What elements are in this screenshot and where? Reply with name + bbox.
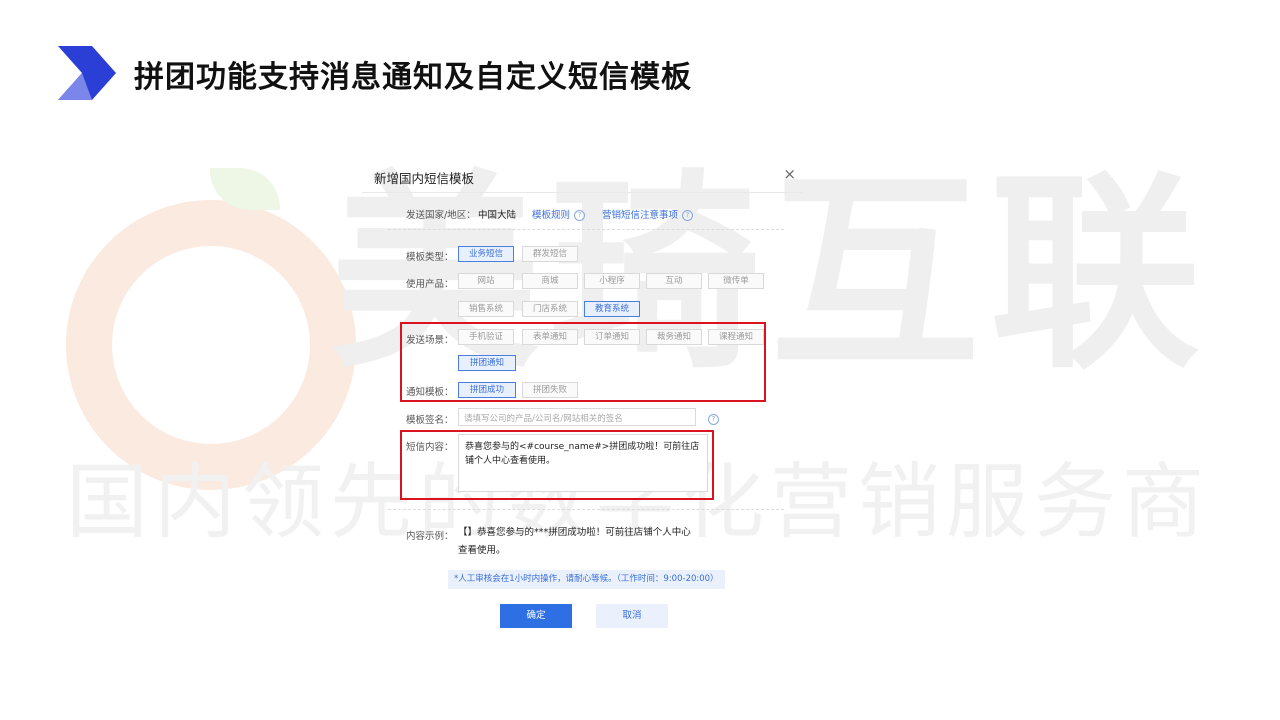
signature-label: 模板签名： <box>406 415 454 426</box>
sms-template-dialog: 新增国内短信模板 × 发送国家/地区： 中国大陆 模板规则? 营销短信注意事项?… <box>362 158 802 638</box>
product-option[interactable]: 微传单 <box>708 273 764 289</box>
option-mass-sms[interactable]: 群发短信 <box>522 246 578 262</box>
template-type-label: 模板类型： <box>406 252 454 263</box>
product-option[interactable]: 门店系统 <box>522 301 578 317</box>
signature-input[interactable]: 请填写公司的产品/公司名/网站相关的签名 <box>458 408 696 426</box>
example-text: 【】恭喜您参与的***拼团成功啦！可前往店铺个人中心查看使用。 <box>458 527 691 556</box>
region-value: 中国大陆 <box>478 210 517 221</box>
marketing-notice-link[interactable]: 营销短信注意事项? <box>602 207 694 221</box>
chevron-logo-icon <box>58 46 116 100</box>
help-icon: ? <box>682 210 694 221</box>
dashed-divider <box>388 229 784 230</box>
help-icon: ? <box>574 210 586 221</box>
highlight-box-content <box>400 430 714 500</box>
close-icon[interactable]: × <box>783 165 796 183</box>
product-option[interactable]: 互动 <box>646 273 702 289</box>
product-option[interactable]: 商城 <box>522 273 578 289</box>
cancel-button[interactable]: 取消 <box>596 604 668 628</box>
slide-title: 拼团功能支持消息通知及自定义短信模板 <box>134 60 692 95</box>
template-rules-link[interactable]: 模板规则? <box>532 207 586 221</box>
dashed-divider <box>388 509 784 510</box>
confirm-button[interactable]: 确定 <box>500 604 572 628</box>
dialog-divider <box>362 192 802 193</box>
review-notice: *人工审核会在1小时内操作，请耐心等候。（工作时间：9:00-20:00） <box>448 570 725 589</box>
option-business-sms[interactable]: 业务短信 <box>458 246 514 262</box>
watermark-circle <box>66 200 356 490</box>
help-icon[interactable]: ? <box>708 414 719 425</box>
marketing-notice-label: 营销短信注意事项 <box>602 210 679 221</box>
product-option[interactable]: 网站 <box>458 273 514 289</box>
template-rules-label: 模板规则 <box>532 210 571 221</box>
region-label: 发送国家/地区： <box>406 210 476 221</box>
product-label: 使用产品： <box>406 279 454 290</box>
product-option[interactable]: 销售系统 <box>458 301 514 317</box>
product-option-education[interactable]: 教育系统 <box>584 301 640 317</box>
dialog-title: 新增国内短信模板 <box>374 171 475 186</box>
product-option[interactable]: 小程序 <box>584 273 640 289</box>
example-label: 内容示例： <box>406 531 454 542</box>
highlight-box-scene <box>400 322 766 402</box>
